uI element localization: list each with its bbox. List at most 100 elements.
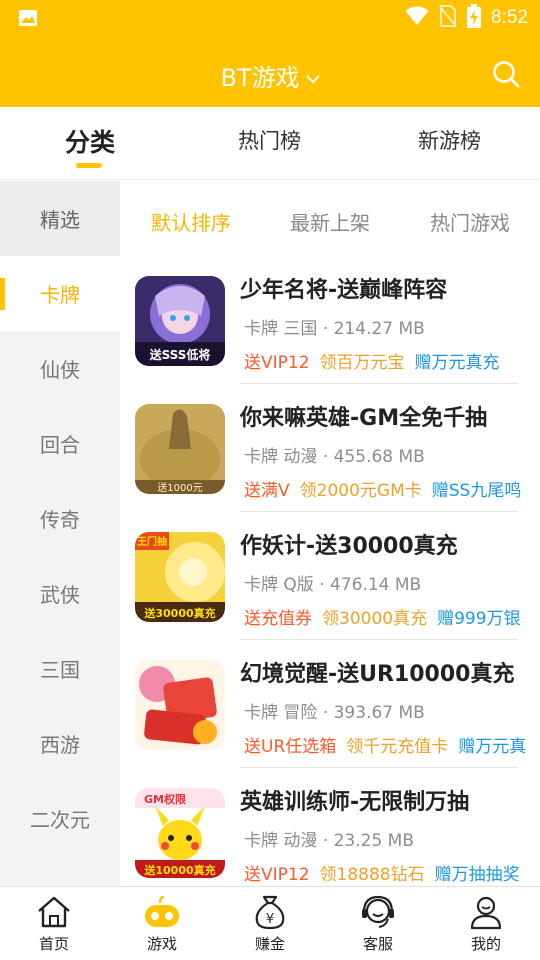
list-item[interactable]: 幻境觉醒-送UR10000真充 卡牌 冒险 · 393.67 MB 送UR任选箱… [120,640,540,768]
sidebar-item-label: 卡牌 [40,283,80,307]
tab-category[interactable]: 分类 [65,123,115,159]
sort-default[interactable]: 默认排序 [151,207,231,236]
sidebar-item-three-kingdoms[interactable]: 三国 [0,631,120,706]
nav-games[interactable]: 游戏 [108,887,216,960]
game-meta: 卡牌 动漫 · 23.25 MB [244,831,415,851]
game-meta: 卡牌 动漫 · 455.68 MB [244,447,425,467]
game-name: 作妖计-送30000真充 [240,534,458,559]
tab-active-indicator [76,163,102,168]
sidebar-item-anime[interactable]: 二次元 [0,781,120,856]
tag-red: 送VIP12 [244,865,310,885]
list-item[interactable]: 送SSS低将 少年名将-送巅峰阵容 卡牌 三国 · 214.27 MB 送VIP… [120,256,540,384]
game-icon-caption: 送10000真充 [143,863,215,877]
game-icon: 送SSS低将 [135,276,225,366]
home-icon [34,893,74,935]
game-name: 你来嘛英雄-GM全免千抽 [240,406,488,431]
status-bar: 8:52 [0,0,540,36]
tag-blue: 赠999万银 [437,609,521,629]
search-icon[interactable] [492,60,520,92]
sidebar-item-xianxia[interactable]: 仙侠 [0,331,120,406]
sidebar-item-card[interactable]: 卡牌 [0,256,120,331]
sidebar-item-label: 传奇 [40,508,80,532]
tab-hot-chart[interactable]: 热门榜 [238,125,301,155]
tag-orange: 领千元充值卡 [346,737,449,757]
tag-orange: 领百万元宝 [319,353,405,373]
sidebar-item-wuxia[interactable]: 武侠 [0,556,120,631]
game-tags: 送UR任选箱 领千元充值卡 赠万元真 [244,732,526,757]
game-icon [135,660,225,750]
sort-newest[interactable]: 最新上架 [290,207,370,236]
game-meta: 卡牌 冒险 · 393.67 MB [244,703,425,723]
sidebar-item-journey-west[interactable]: 西游 [0,706,120,781]
tab-new-chart[interactable]: 新游榜 [418,125,481,155]
tag-red: 送满V [244,481,290,501]
tag-red: 送UR任选箱 [244,737,337,757]
sidebar-item-turn-based[interactable]: 回合 [0,406,120,481]
status-time: 8:52 [491,7,528,28]
sidebar-item-label: 仙侠 [40,358,80,382]
top-tabs: 分类 热门榜 新游榜 [0,107,540,180]
list-item[interactable]: 王门抽 送30000真充 作妖计-送30000真充 卡牌 Q版 · 476.14… [120,512,540,640]
game-icon: GM权限 送10000真充 [135,788,225,878]
game-tags: 送VIP12 领18888钻石 赠万抽抽奖 [244,860,520,885]
tag-blue: 赠万元真充 [414,353,500,373]
user-icon [466,893,506,935]
tag-red: 送充值券 [244,609,312,629]
battery-charging-icon [467,4,482,32]
no-sim-icon [439,5,457,31]
app-header: BT游戏 [0,36,540,107]
sidebar-item-label: 精选 [40,208,80,232]
tag-blue: 赠SS九尾鸣 [431,481,522,501]
category-sidebar: 精选 卡牌 仙侠 回合 传奇 武侠 三国 西游 二次元 [0,181,120,886]
tag-orange: 领2000元GM卡 [299,481,422,501]
image-notification-icon [18,9,38,31]
sidebar-item-featured[interactable]: 精选 [0,181,120,256]
list-item[interactable]: 送1000元 你来嘛英雄-GM全免千抽 卡牌 动漫 · 455.68 MB 送满… [120,384,540,512]
sidebar-item-label: 西游 [40,733,80,757]
nav-label: 客服 [362,935,393,953]
headset-icon [358,893,398,935]
bottom-nav: 首页 游戏 ¥ 赚金 客服 我的 [0,886,540,960]
game-meta: 卡牌 三国 · 214.27 MB [244,319,425,339]
active-indicator [0,278,5,310]
wifi-icon [405,6,429,30]
tag-blue: 赠万元真 [458,737,527,757]
sidebar-item-label: 二次元 [30,808,90,832]
page-title: BT游戏 [220,64,300,92]
tag-orange: 领30000真充 [322,609,428,629]
money-bag-icon: ¥ [250,893,290,935]
game-name: 幻境觉醒-送UR10000真充 [240,662,515,687]
game-icon-caption: 送SSS低将 [149,347,211,362]
game-tags: 送VIP12 领百万元宝 赠万元真充 [244,348,500,373]
nav-support[interactable]: 客服 [324,887,432,960]
game-icon: 送1000元 [135,404,225,494]
nav-label: 游戏 [146,935,177,953]
sort-popular[interactable]: 热门游戏 [430,207,510,236]
sidebar-item-label: 回合 [40,433,80,457]
sidebar-item-label: 三国 [40,658,80,682]
tag-blue: 赠万抽抽奖 [434,865,520,885]
game-name: 英雄训练师-无限制万抽 [240,790,470,815]
game-icon-caption: 王门抽 [137,535,167,548]
game-name: 少年名将-送巅峰阵容 [240,278,448,303]
nav-earn[interactable]: ¥ 赚金 [216,887,324,960]
nav-home[interactable]: 首页 [0,887,108,960]
nav-profile[interactable]: 我的 [432,887,540,960]
list-item[interactable]: GM权限 送10000真充 英雄训练师-无限制万抽 卡牌 动漫 · 23.25 … [120,768,540,886]
tag-red: 送VIP12 [244,353,310,373]
game-tags: 送满V 领2000元GM卡 赠SS九尾鸣 [244,476,521,501]
chevron-down-icon [305,62,320,90]
game-icon: 王门抽 送30000真充 [135,532,225,622]
gamepad-icon [142,893,182,935]
nav-label: 我的 [470,935,501,953]
game-meta: 卡牌 Q版 · 476.14 MB [244,575,422,595]
game-tags: 送充值券 领30000真充 赠999万银 [244,604,521,629]
sidebar-item-label: 武侠 [40,583,80,607]
nav-label: 首页 [38,935,69,953]
header-title-dropdown[interactable]: BT游戏 [0,58,540,93]
game-list: 送SSS低将 少年名将-送巅峰阵容 卡牌 三国 · 214.27 MB 送VIP… [120,256,540,886]
tag-orange: 领18888钻石 [319,865,425,885]
svg-text:¥: ¥ [266,912,274,927]
sidebar-item-legend[interactable]: 传奇 [0,481,120,556]
game-icon-caption: 送30000真充 [143,606,215,620]
